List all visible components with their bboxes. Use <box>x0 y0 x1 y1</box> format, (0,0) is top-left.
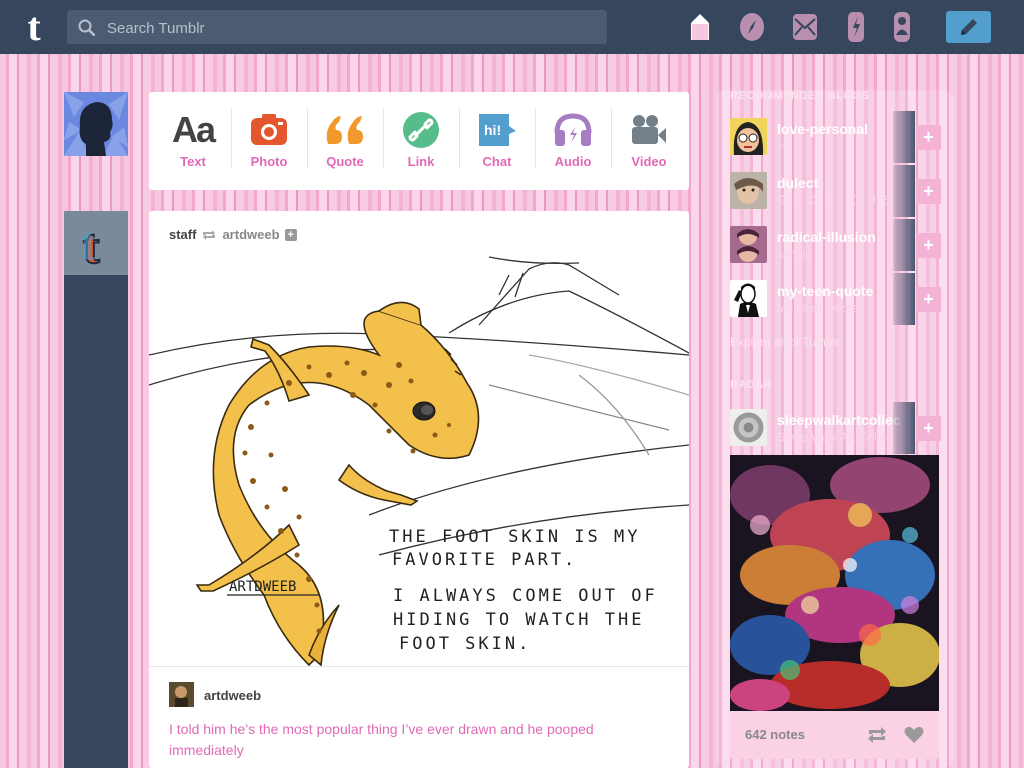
follow-blog-button[interactable]: + <box>915 179 941 204</box>
post-type-link[interactable]: Link <box>383 108 459 178</box>
post-type-quote[interactable]: Quote <box>307 108 383 178</box>
top-navigation-bar: t <box>0 0 1024 54</box>
post-type-label: Photo <box>250 154 288 169</box>
left-avatar-rail <box>64 211 128 768</box>
post-type-label: Link <box>407 154 435 169</box>
post-type-label: Quote <box>326 154 364 169</box>
svg-text:t: t <box>80 215 97 271</box>
comic-text-line: FOOT SKIN. <box>399 634 531 654</box>
post-type-label: Chat <box>482 154 512 169</box>
gecko-comic-image[interactable]: THE FOOT SKIN IS MY FAVORITE PART. I ALW… <box>149 255 689 667</box>
staff-avatar[interactable]: t t <box>64 211 128 275</box>
blog-avatar <box>730 226 767 263</box>
comic-text-line: FAVORITE PART. <box>392 550 577 570</box>
notes-count[interactable]: 642 notes <box>745 727 805 742</box>
blog-avatar <box>730 409 767 446</box>
link-icon <box>383 108 459 152</box>
recommended-blog-item[interactable]: dulect G L O R I O U S + <box>716 165 941 217</box>
post-type-chat[interactable]: hi! Chat <box>459 108 535 178</box>
comic-text-line: I ALWAYS COME OUT OF <box>393 586 658 606</box>
follow-blog-button[interactable]: + <box>915 416 941 441</box>
account-icon[interactable] <box>886 10 918 44</box>
compose-button[interactable] <box>946 11 991 43</box>
blog-header-image <box>893 273 915 325</box>
recommended-blog-item[interactable]: my-teen-quote My Teen Quote + <box>716 273 941 325</box>
radar-post-footer: 642 notes <box>730 711 939 759</box>
search-box[interactable] <box>67 10 607 46</box>
follow-blog-button[interactable]: + <box>915 125 941 150</box>
text-icon: Aa <box>171 109 216 150</box>
camera-icon <box>231 108 307 152</box>
quote-icon <box>307 108 383 152</box>
pencil-icon <box>960 19 977 35</box>
explore-tumblr-link[interactable]: Explore all of Tumblr <box>730 335 839 349</box>
post-type-label: Video <box>631 154 667 169</box>
blog-header-image <box>893 111 915 163</box>
blog-name: sleepwalkartcollec <box>777 412 901 428</box>
follow-blog-button[interactable]: + <box>915 233 941 258</box>
chat-icon: hi! <box>459 108 535 152</box>
silhouette-avatar-image <box>64 92 128 156</box>
blog-subtitle: G L O R I O U S <box>777 193 894 207</box>
radar-post-image[interactable] <box>730 455 939 711</box>
post-type-video[interactable]: Video <box>611 108 687 178</box>
search-icon <box>78 19 95 36</box>
post-divider <box>149 666 689 667</box>
blog-avatar <box>730 118 767 155</box>
blog-subtitle: simple <box>777 247 812 261</box>
reblog-user-name[interactable]: artdweeb <box>204 688 261 703</box>
explore-icon[interactable] <box>736 10 768 44</box>
reblog-user-avatar[interactable] <box>169 682 194 707</box>
home-icon[interactable] <box>684 10 716 44</box>
follow-blog-button[interactable]: + <box>915 287 941 312</box>
blog-header-image <box>893 219 915 271</box>
blog-avatar <box>730 280 767 317</box>
post-type-photo[interactable]: Photo <box>231 108 307 178</box>
post-type-text[interactable]: Aa Text <box>155 108 231 178</box>
comic-text-line: THE FOOT SKIN IS MY <box>389 527 640 547</box>
reblog-icon[interactable] <box>866 726 888 744</box>
recommended-blog-item[interactable]: love-personal Hi + <box>716 111 941 163</box>
post-caption: I told him he’s the most popular thing I… <box>169 721 594 758</box>
activity-icon[interactable] <box>840 10 872 44</box>
dashboard-post: staff artdweeb + THE FOOT SKIN IS MY FAV… <box>149 211 689 768</box>
reblog-icon <box>203 229 216 240</box>
post-type-label: Text <box>180 154 206 169</box>
blog-subtitle: Hi <box>777 139 789 153</box>
blog-name: love-personal <box>777 121 869 137</box>
svg-text:hi!: hi! <box>484 122 501 138</box>
blog-subtitle: Sleep Walk Art Collec <box>777 430 892 444</box>
tumblr-logo[interactable]: t <box>15 7 53 47</box>
recommended-blogs-heading: RECOMMENDED BLOGS <box>730 90 870 102</box>
reblogged-from-link[interactable]: artdweeb <box>222 227 279 242</box>
headphones-icon <box>535 108 611 152</box>
post-type-bar: Aa Text Photo Quote Link hi! Chat Audio <box>149 92 689 190</box>
blog-avatar <box>730 172 767 209</box>
radar-blog-item[interactable]: sleepwalkartcollec Sleep Walk Art Collec… <box>716 402 941 454</box>
blog-name: my-teen-quote <box>777 283 874 299</box>
blog-subtitle: My Teen Quote <box>777 301 859 315</box>
post-author-link[interactable]: staff <box>169 227 196 242</box>
blog-name: radical-illusion <box>777 229 876 245</box>
post-type-label: Audio <box>554 154 592 169</box>
heart-icon[interactable] <box>904 726 924 744</box>
staff-logo-avatar-image: t t <box>64 211 128 275</box>
radar-heading: RADAR <box>730 379 773 391</box>
user-avatar[interactable] <box>64 92 128 156</box>
recommended-blog-item[interactable]: radical-illusion simple + <box>716 219 941 271</box>
blog-header-image <box>893 165 915 217</box>
video-camera-icon <box>611 108 687 152</box>
search-input[interactable] <box>105 10 599 46</box>
follow-button[interactable]: + <box>284 228 297 241</box>
artist-signature: ARTDWEEB <box>229 579 296 595</box>
inbox-icon[interactable] <box>789 10 821 44</box>
blog-name: dulect <box>777 175 819 191</box>
post-header: staff artdweeb + <box>169 227 297 242</box>
blog-header-image <box>893 402 915 454</box>
post-type-audio[interactable]: Audio <box>535 108 611 178</box>
comic-text-line: HIDING TO WATCH THE <box>393 610 644 630</box>
